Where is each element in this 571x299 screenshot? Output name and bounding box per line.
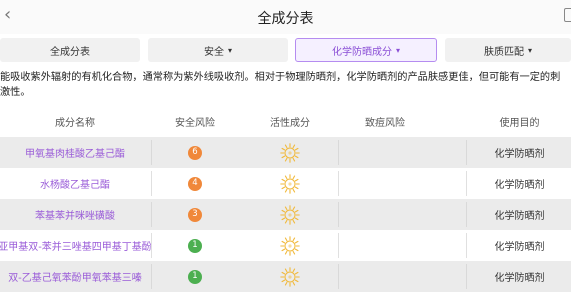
ingredient-name[interactable]: 苯基苯并咪唑磺酸 — [0, 199, 150, 230]
sun-icon — [240, 199, 340, 230]
caret-down-icon: ▾ — [527, 45, 532, 55]
cell-divider — [338, 233, 339, 258]
table-row[interactable]: 苯基苯并咪唑磺酸 3 化学防晒剂 — [0, 199, 571, 230]
sun-icon — [240, 168, 340, 199]
caret-down-icon: ▾ — [395, 45, 400, 55]
tab-label: 全成分表 — [50, 46, 90, 58]
cell-divider — [466, 233, 467, 258]
cell-divider — [338, 264, 339, 289]
acne-risk-cell — [340, 230, 430, 261]
safety-score-badge: 3 — [188, 207, 202, 222]
tab-1[interactable]: 安全 ▾ — [148, 38, 288, 62]
usage-purpose: 化学防晒剂 — [494, 211, 545, 222]
tab-0[interactable]: 全成分表 — [0, 38, 140, 62]
cell-divider — [338, 202, 339, 227]
cell-divider — [338, 140, 339, 165]
safety-score-badge: 6 — [188, 145, 202, 160]
safety-cell: 1 — [150, 230, 240, 261]
tab-label: 安全 — [203, 46, 224, 58]
usage-purpose: 化学防晒剂 — [494, 180, 545, 191]
usage-purpose: 化学防晒剂 — [494, 149, 545, 160]
tab-label: 化学防晒成分 — [331, 46, 392, 58]
ingredient-name[interactable]: 甲氧基肉桂酸乙基己酯 — [0, 137, 150, 168]
column-header-purpose: 使用目的 — [499, 118, 540, 129]
menu-icon[interactable] — [564, 8, 571, 22]
ingredient-name[interactable]: 水杨酸乙基己酯 — [0, 168, 150, 199]
acne-risk-cell — [340, 168, 430, 199]
page-title: 全成分表 — [257, 11, 314, 27]
column-header-name: 成分名称 — [55, 118, 95, 129]
ingredient-name[interactable]: 双-乙基己氧苯酚甲氧苯基三嗪 — [0, 261, 150, 292]
cell-divider — [466, 140, 467, 165]
safety-score-badge: 4 — [188, 176, 202, 191]
acne-risk-cell — [340, 137, 430, 168]
acne-risk-cell — [340, 199, 430, 230]
safety-cell: 3 — [150, 199, 240, 230]
sun-icon — [240, 230, 340, 261]
column-header-active: 活性成分 — [270, 118, 310, 129]
caret-down-icon: ▾ — [227, 45, 232, 55]
category-description: 能吸收紫外辐射的有机化合物，通常称为紫外线吸收剂。相对于物理防晒剂，化学防晒剂的… — [0, 72, 561, 98]
column-header-safety: 安全风险 — [175, 118, 215, 129]
safety-cell: 4 — [150, 168, 240, 199]
usage-purpose: 化学防晒剂 — [494, 242, 545, 253]
safety-cell: 6 — [150, 137, 240, 168]
cell-divider — [466, 171, 467, 196]
safety-score-badge: 1 — [188, 238, 202, 253]
sun-icon — [240, 261, 340, 292]
safety-cell: 1 — [150, 261, 240, 292]
top-bar: ‹ 全成分表 — [0, 0, 571, 34]
table-row[interactable]: 甲氧基肉桂酸乙基己酯 6 化学防晒剂 — [0, 137, 571, 168]
table-row[interactable]: 双-乙基己氧苯酚甲氧苯基三嗪 1 化学防晒剂 — [0, 261, 571, 292]
table-header: 成分名称 安全风险 活性成分 致痘风险 使用目的 — [0, 114, 571, 130]
cell-divider — [466, 202, 467, 227]
table-row[interactable]: 水杨酸乙基己酯 4 化学防晒剂 — [0, 168, 571, 199]
tab-3[interactable]: 肤质匹配 ▾ — [445, 38, 571, 62]
column-header-acne: 致痘风险 — [365, 118, 405, 129]
table-row[interactable]: 亚甲基双-苯并三唑基四甲基丁基酚 1 化学防晒剂 — [0, 230, 571, 261]
acne-risk-cell — [340, 261, 430, 292]
usage-purpose: 化学防晒剂 — [494, 273, 545, 284]
safety-score-badge: 1 — [188, 269, 202, 284]
cell-divider — [466, 264, 467, 289]
ingredient-name[interactable]: 亚甲基双-苯并三唑基四甲基丁基酚 — [0, 230, 152, 261]
tab-label: 肤质匹配 — [483, 46, 524, 58]
cell-divider — [338, 171, 339, 196]
sun-icon — [240, 137, 340, 168]
tab-2[interactable]: 化学防晒成分 ▾ — [295, 38, 437, 62]
filter-tabs: 全成分表 安全 ▾ 化学防晒成分 ▾ 肤质匹配 ▾ — [0, 38, 571, 64]
